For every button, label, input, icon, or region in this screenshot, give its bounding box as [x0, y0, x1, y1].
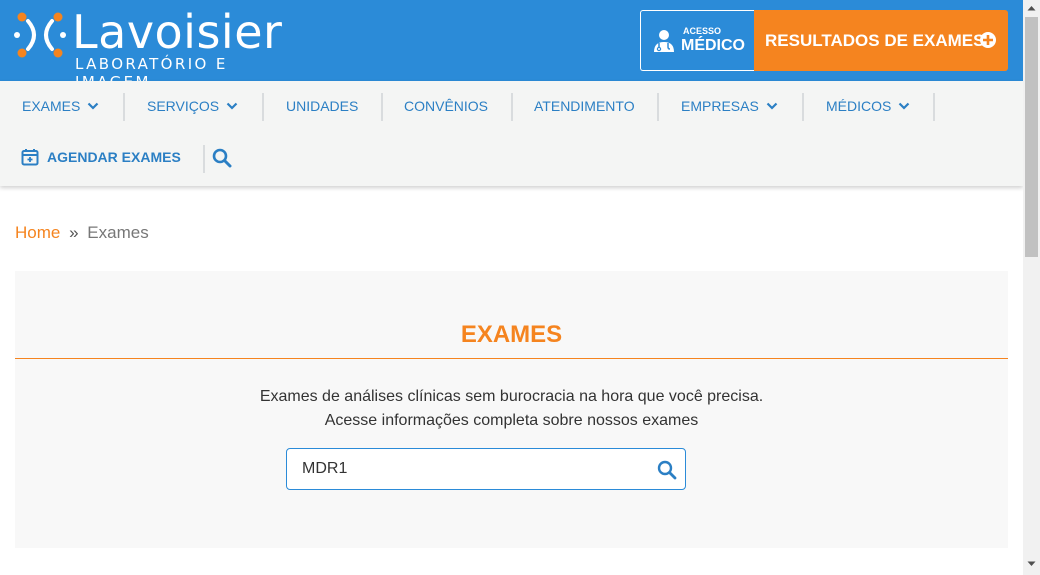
description-line: Exames de análises clínicas sem burocrac… [259, 388, 764, 405]
doctor-icon [654, 29, 674, 52]
lavoisier-logo[interactable]: Lavoisier LABORATÓRIO E IMAGEM [14, 5, 284, 91]
breadcrumb-home-link[interactable]: Home [15, 223, 60, 242]
nav-item-label: ATENDIMENTO [534, 98, 635, 114]
nav-divider [203, 145, 205, 173]
exames-panel: EXAMES Exames de análises clínicas sem b… [15, 271, 1008, 548]
nav-item-label: EXAMES [22, 98, 81, 114]
agendar-exames-label: AGENDAR EXAMES [47, 149, 181, 165]
scroll-up-arrow-icon[interactable] [1027, 5, 1036, 11]
search-icon[interactable] [657, 460, 677, 480]
nav-item-label: MÉDICOS [826, 98, 892, 114]
nav-item-label: SERVIÇOS [147, 98, 220, 114]
calendar-plus-icon [21, 149, 39, 166]
title-divider [15, 358, 1008, 359]
search-icon [212, 148, 232, 168]
nav-divider [933, 93, 935, 121]
chevron-down-icon [899, 102, 910, 110]
nav-item-unidades[interactable]: UNIDADES [286, 98, 358, 114]
acesso-big-text: MÉDICO [681, 37, 745, 54]
nav-item-exames[interactable]: EXAMES [22, 98, 99, 114]
nav-row-primary: EXAMES SERVIÇOS UNIDADES CONVÊNIOS ATEND… [0, 81, 1023, 133]
vertical-scrollbar[interactable] [1023, 0, 1040, 575]
nav-divider [802, 93, 804, 121]
page: Lavoisier LABORATÓRIO E IMAGEM ACESSO MÉ… [0, 0, 1040, 575]
resultados-label: RESULTADOS DE EXAMES [765, 30, 985, 50]
acesso-small-text: ACESSO [683, 26, 722, 36]
acesso-medico-button[interactable]: ACESSO MÉDICO [640, 10, 755, 71]
nav-item-label: CONVÊNIOS [404, 98, 489, 114]
exames-description: Exames de análises clínicas sem burocrac… [15, 385, 1008, 433]
scrollbar-thumb[interactable] [1025, 17, 1038, 257]
chevron-down-icon [766, 102, 778, 110]
chevron-down-icon [88, 102, 99, 110]
site-header: Lavoisier LABORATÓRIO E IMAGEM ACESSO MÉ… [0, 0, 1023, 91]
exames-search-input[interactable] [287, 449, 647, 489]
acesso-medico-label: ACESSO MÉDICO [681, 27, 745, 54]
nav-divider [381, 93, 383, 121]
nav-divider [511, 93, 513, 121]
agendar-exames-link[interactable]: AGENDAR EXAMES [21, 148, 181, 166]
resultados-exames-button[interactable]: RESULTADOS DE EXAMES [754, 10, 1008, 71]
description-line: Acesse informações completa sobre nossos… [324, 412, 699, 429]
breadcrumb-separator: » [69, 223, 79, 242]
breadcrumb-current: Exames [87, 223, 149, 242]
nav-divider [657, 93, 659, 121]
nav-item-empresas[interactable]: EMPRESAS [681, 98, 778, 114]
nav-item-medicos[interactable]: MÉDICOS [826, 98, 910, 114]
nav-search-button[interactable] [212, 148, 232, 173]
scroll-down-arrow-icon[interactable] [1027, 561, 1036, 567]
nav-item-atendimento[interactable]: ATENDIMENTO [534, 98, 635, 114]
nav-item-label: UNIDADES [286, 98, 359, 114]
plus-circle-icon [980, 32, 996, 48]
chevron-down-icon [226, 102, 238, 110]
logo-mark-icon [14, 12, 66, 58]
nav-item-servicos[interactable]: SERVIÇOS [147, 98, 238, 114]
nav-divider [123, 93, 125, 121]
main-nav: EXAMES SERVIÇOS UNIDADES CONVÊNIOS ATEND… [0, 81, 1023, 186]
breadcrumb: Home » Exames [15, 223, 149, 243]
nav-row-secondary: AGENDAR EXAMES [0, 133, 1023, 186]
nav-item-label: EMPRESAS [681, 98, 759, 114]
nav-divider [262, 93, 264, 121]
page-title: EXAMES [460, 321, 563, 348]
logo-brand-text: Lavoisier [72, 5, 283, 59]
exames-search-box [286, 448, 686, 490]
nav-item-convenios[interactable]: CONVÊNIOS [404, 98, 488, 114]
